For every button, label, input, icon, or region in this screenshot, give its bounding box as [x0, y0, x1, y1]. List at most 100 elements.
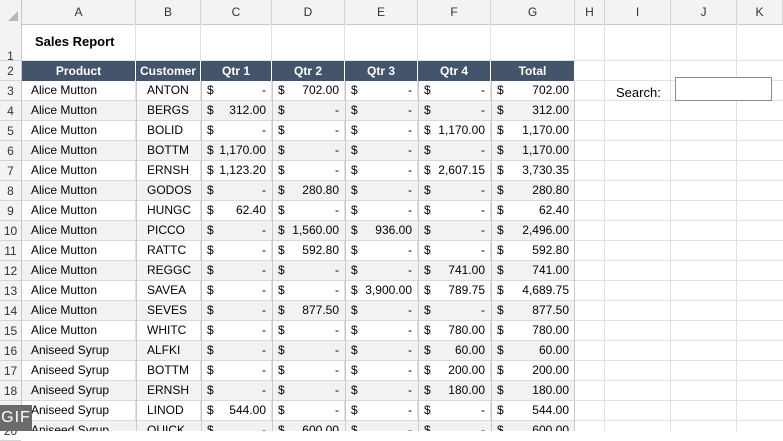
cell-total[interactable]: $780.00	[491, 321, 575, 341]
cell-qtr3[interactable]: $ -	[345, 421, 418, 431]
row-header-9[interactable]: 9	[0, 201, 21, 221]
cell-customer[interactable]: BOLID	[147, 121, 183, 141]
cell-total[interactable]: $702.00	[491, 81, 575, 101]
cell-qtr4[interactable]: $ -	[418, 141, 491, 161]
cell-qtr1[interactable]: $ -	[201, 221, 272, 241]
cell-qtr4[interactable]: $200.00	[418, 361, 491, 381]
cell-customer[interactable]: BOTTM	[147, 361, 189, 381]
row-header-10[interactable]: 10	[0, 221, 21, 241]
cell-total[interactable]: $200.00	[491, 361, 575, 381]
row-header-2[interactable]: 2	[0, 61, 21, 81]
column-header-i[interactable]: I	[605, 0, 671, 24]
row-header-8[interactable]: 8	[0, 181, 21, 201]
cell-qtr4[interactable]: $ -	[418, 241, 491, 261]
cell-total[interactable]: $741.00	[491, 261, 575, 281]
table-row[interactable]: Alice Mutton HUNGC $62.40 $ - $ - $ - $62.40	[22, 201, 575, 221]
cell-qtr2[interactable]: $702.00	[272, 81, 345, 101]
cell-qtr2[interactable]: $ -	[272, 201, 345, 221]
cell-qtr4[interactable]: $180.00	[418, 381, 491, 401]
cell-qtr4[interactable]: $ -	[418, 421, 491, 431]
cell-qtr4[interactable]: $741.00	[418, 261, 491, 281]
column-header-c[interactable]: C	[201, 0, 272, 24]
table-row[interactable]: Alice Mutton WHITC $ - $ - $ - $780.00 $780.00	[22, 321, 575, 341]
header-qtr-4[interactable]: Qtr 4	[418, 61, 491, 81]
cell-total[interactable]: $1,170.00	[491, 121, 575, 141]
cell-product[interactable]: Alice Mutton	[31, 221, 97, 241]
cell-qtr4[interactable]: $1,170.00	[418, 121, 491, 141]
cell-qtr3[interactable]: $ -	[345, 261, 418, 281]
cell-qtr1[interactable]: $ -	[201, 321, 272, 341]
cell-qtr4[interactable]: $ -	[418, 301, 491, 321]
row-header-18[interactable]: 18	[0, 381, 21, 401]
cell-qtr2[interactable]: $592.80	[272, 241, 345, 261]
row-header-14[interactable]: 14	[0, 301, 21, 321]
table-row[interactable]: Alice Mutton BOTTM $1,170.00 $ - $ - $ - $1,170.0…	[22, 141, 575, 161]
cell-customer[interactable]: BERGS	[147, 101, 189, 121]
cell-customer[interactable]: ALFKI	[147, 341, 180, 361]
cell-total[interactable]: $280.80	[491, 181, 575, 201]
search-input[interactable]	[675, 77, 772, 101]
table-row[interactable]: Alice Mutton ERNSH $1,123.20 $ - $ - $2,607.15 $…	[22, 161, 575, 181]
cell-customer[interactable]: ERNSH	[147, 161, 189, 181]
cell-qtr2[interactable]: $ -	[272, 401, 345, 421]
cell-product[interactable]: Aniseed Syrup	[31, 341, 109, 361]
column-header-a[interactable]: A	[22, 0, 136, 24]
row-header-13[interactable]: 13	[0, 281, 21, 301]
cell-product[interactable]: Aniseed Syrup	[31, 401, 109, 421]
table-row[interactable]: Alice Mutton REGGC $ - $ - $ - $741.00 $741.00	[22, 261, 575, 281]
select-all-corner[interactable]	[0, 0, 22, 24]
cell-qtr2[interactable]: $ -	[272, 101, 345, 121]
table-row[interactable]: Aniseed Syrup QUICK $ - $600.00 $ - $ - $600.00	[22, 421, 575, 431]
row-header-12[interactable]: 12	[0, 261, 21, 281]
cell-qtr1[interactable]: $312.00	[201, 101, 272, 121]
cell-qtr4[interactable]: $2,607.15	[418, 161, 491, 181]
cell-product[interactable]: Alice Mutton	[31, 321, 97, 341]
cell-customer[interactable]: ANTON	[147, 81, 189, 101]
cell-qtr1[interactable]: $ -	[201, 181, 272, 201]
cell-qtr3[interactable]: $ -	[345, 81, 418, 101]
row-header-1[interactable]: 1	[0, 24, 21, 63]
cell-qtr3[interactable]: $ -	[345, 381, 418, 401]
cell-qtr1[interactable]: $ -	[201, 341, 272, 361]
cell-qtr1[interactable]: $ -	[201, 81, 272, 101]
cell-product[interactable]: Alice Mutton	[31, 141, 97, 161]
cell-qtr2[interactable]: $1,560.00	[272, 221, 345, 241]
cell-qtr1[interactable]: $1,123.20	[201, 161, 272, 181]
cell-product[interactable]: Alice Mutton	[31, 301, 97, 321]
column-header-k[interactable]: K	[737, 0, 783, 24]
header-customer[interactable]: Customer	[136, 61, 201, 81]
cell-qtr3[interactable]: $ -	[345, 401, 418, 421]
cell-qtr1[interactable]: $ -	[201, 421, 272, 431]
cell-qtr1[interactable]: $ -	[201, 301, 272, 321]
cell-total[interactable]: $4,689.75	[491, 281, 575, 301]
cell-customer[interactable]: HUNGC	[147, 201, 191, 221]
cell-qtr1[interactable]: $ -	[201, 261, 272, 281]
cell-qtr2[interactable]: $ -	[272, 161, 345, 181]
cell-qtr4[interactable]: $789.75	[418, 281, 491, 301]
table-row[interactable]: Aniseed Syrup BOTTM $ - $ - $ - $200.00 $200.00	[22, 361, 575, 381]
cell-qtr2[interactable]: $ -	[272, 141, 345, 161]
row-header-16[interactable]: 16	[0, 341, 21, 361]
cell-qtr1[interactable]: $ -	[201, 381, 272, 401]
cell-qtr3[interactable]: $3,900.00	[345, 281, 418, 301]
cell-customer[interactable]: ERNSH	[147, 381, 189, 401]
cell-qtr2[interactable]: $ -	[272, 121, 345, 141]
header-qtr-3[interactable]: Qtr 3	[345, 61, 418, 81]
table-row[interactable]: Aniseed Syrup LINOD $544.00 $ - $ - $ - $544.00	[22, 401, 575, 421]
cell-qtr1[interactable]: $ -	[201, 121, 272, 141]
cell-product[interactable]: Alice Mutton	[31, 281, 97, 301]
cell-total[interactable]: $62.40	[491, 201, 575, 221]
cell-customer[interactable]: BOTTM	[147, 141, 189, 161]
cell-qtr2[interactable]: $877.50	[272, 301, 345, 321]
cell-qtr1[interactable]: $ -	[201, 361, 272, 381]
cell-customer[interactable]: GODOS	[147, 181, 192, 201]
table-row[interactable]: Aniseed Syrup ALFKI $ - $ - $ - $60.00 $60.00	[22, 341, 575, 361]
cell-total[interactable]: $877.50	[491, 301, 575, 321]
cell-product[interactable]: Alice Mutton	[31, 161, 97, 181]
cell-qtr4[interactable]: $ -	[418, 401, 491, 421]
cell-total[interactable]: $592.80	[491, 241, 575, 261]
cell-total[interactable]: $600.00	[491, 421, 575, 431]
cell-total[interactable]: $1,170.00	[491, 141, 575, 161]
cell-qtr1[interactable]: $ -	[201, 241, 272, 261]
cell-qtr3[interactable]: $936.00	[345, 221, 418, 241]
